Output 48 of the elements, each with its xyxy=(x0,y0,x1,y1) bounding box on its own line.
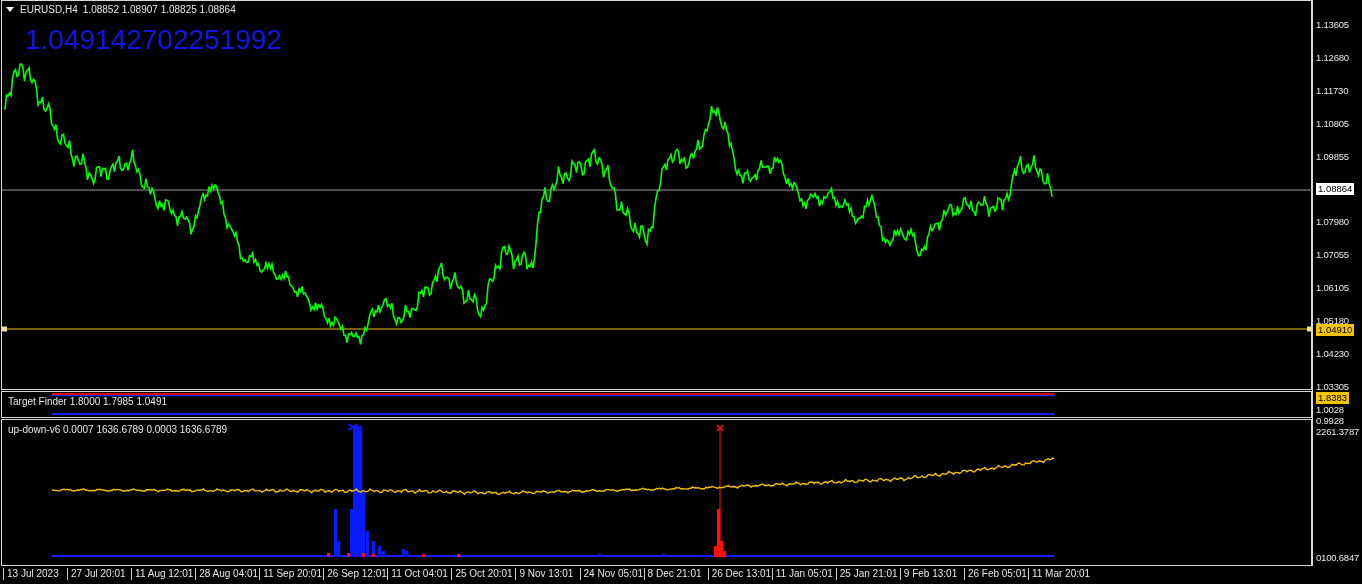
cross-marker xyxy=(347,423,359,431)
time-tick: 11 Sep 20:01 xyxy=(259,568,322,580)
time-tick: 11 Aug 12:01 xyxy=(131,568,194,580)
time-tick: 26 Sep 12:01 xyxy=(323,568,387,580)
price-tick: 1.04230 xyxy=(1316,348,1349,359)
dropdown-icon[interactable] xyxy=(6,7,14,12)
time-tick: 9 Nov 13:01 xyxy=(515,568,574,580)
time-tick: 25 Oct 20:01 xyxy=(451,568,513,580)
price-tick: 1.10805 xyxy=(1316,117,1349,129)
histogram-bar xyxy=(662,554,666,557)
price-tick: 1.11730 xyxy=(1316,84,1349,96)
time-tick: 28 Aug 04:01 xyxy=(195,568,259,580)
time-tick: 8 Dec 21:01 xyxy=(643,568,702,580)
current-price-badge: 1.08864 xyxy=(1316,183,1355,195)
price-tick: 1.13605 xyxy=(1316,19,1349,30)
time-tick: 27 Jul 20:01 xyxy=(67,568,126,580)
time-tick: 9 Feb 13:01 xyxy=(899,568,958,580)
level-price-badge: 1.04910 xyxy=(1316,324,1355,336)
indicator-tick: 0100.6847 xyxy=(1316,552,1360,563)
indicator-badge: 1.8383 xyxy=(1316,392,1350,404)
indicator-tick: 2261.3787 xyxy=(1316,426,1360,437)
indicator-label: up-down-v6 0.0007 1636.6789 0.0003 1636.6789 xyxy=(8,424,228,435)
price-tick: 1.09855 xyxy=(1316,150,1349,162)
price-tick: 1.12680 xyxy=(1316,51,1349,63)
indicator-tick: 1.0028 xyxy=(1316,404,1344,415)
price-tick: 1.07055 xyxy=(1316,249,1349,261)
time-tick: 11 Mar 20:01 xyxy=(1027,568,1091,580)
time-tick: 13 Jul 2023 xyxy=(3,568,59,580)
time-tick: 26 Dec 13:01 xyxy=(707,568,772,580)
ohlc-values: 1.08852 1.08907 1.08825 1.08864 xyxy=(82,4,236,15)
level-value: 1.049142702251992 xyxy=(25,24,282,56)
symbol-label: EURUSD,H4 xyxy=(20,4,78,15)
price-tick: 1.06105 xyxy=(1316,282,1349,294)
price-tick: 1.03305 xyxy=(1316,380,1349,392)
histogram-bar xyxy=(598,554,602,557)
cross-marker xyxy=(716,424,724,432)
histogram-bar xyxy=(327,553,331,557)
time-tick: 25 Jan 21:01 xyxy=(835,568,898,580)
time-tick: 26 Feb 05:01 xyxy=(963,568,1027,580)
indicator-tick: 0.9928 xyxy=(1316,415,1344,426)
indicator-label: Target Finder 1.8000 1.7985 1.0491 xyxy=(8,396,167,407)
price-tick: 1.05180 xyxy=(1316,315,1349,327)
price-tick: 1.07980 xyxy=(1316,216,1349,228)
histogram-bar xyxy=(422,554,426,557)
time-tick: 11 Jan 05:01 xyxy=(771,568,833,580)
histogram-bar xyxy=(457,554,461,557)
time-tick: 24 Nov 05:01 xyxy=(579,568,644,580)
time-tick: 11 Oct 04:01 xyxy=(387,568,448,580)
